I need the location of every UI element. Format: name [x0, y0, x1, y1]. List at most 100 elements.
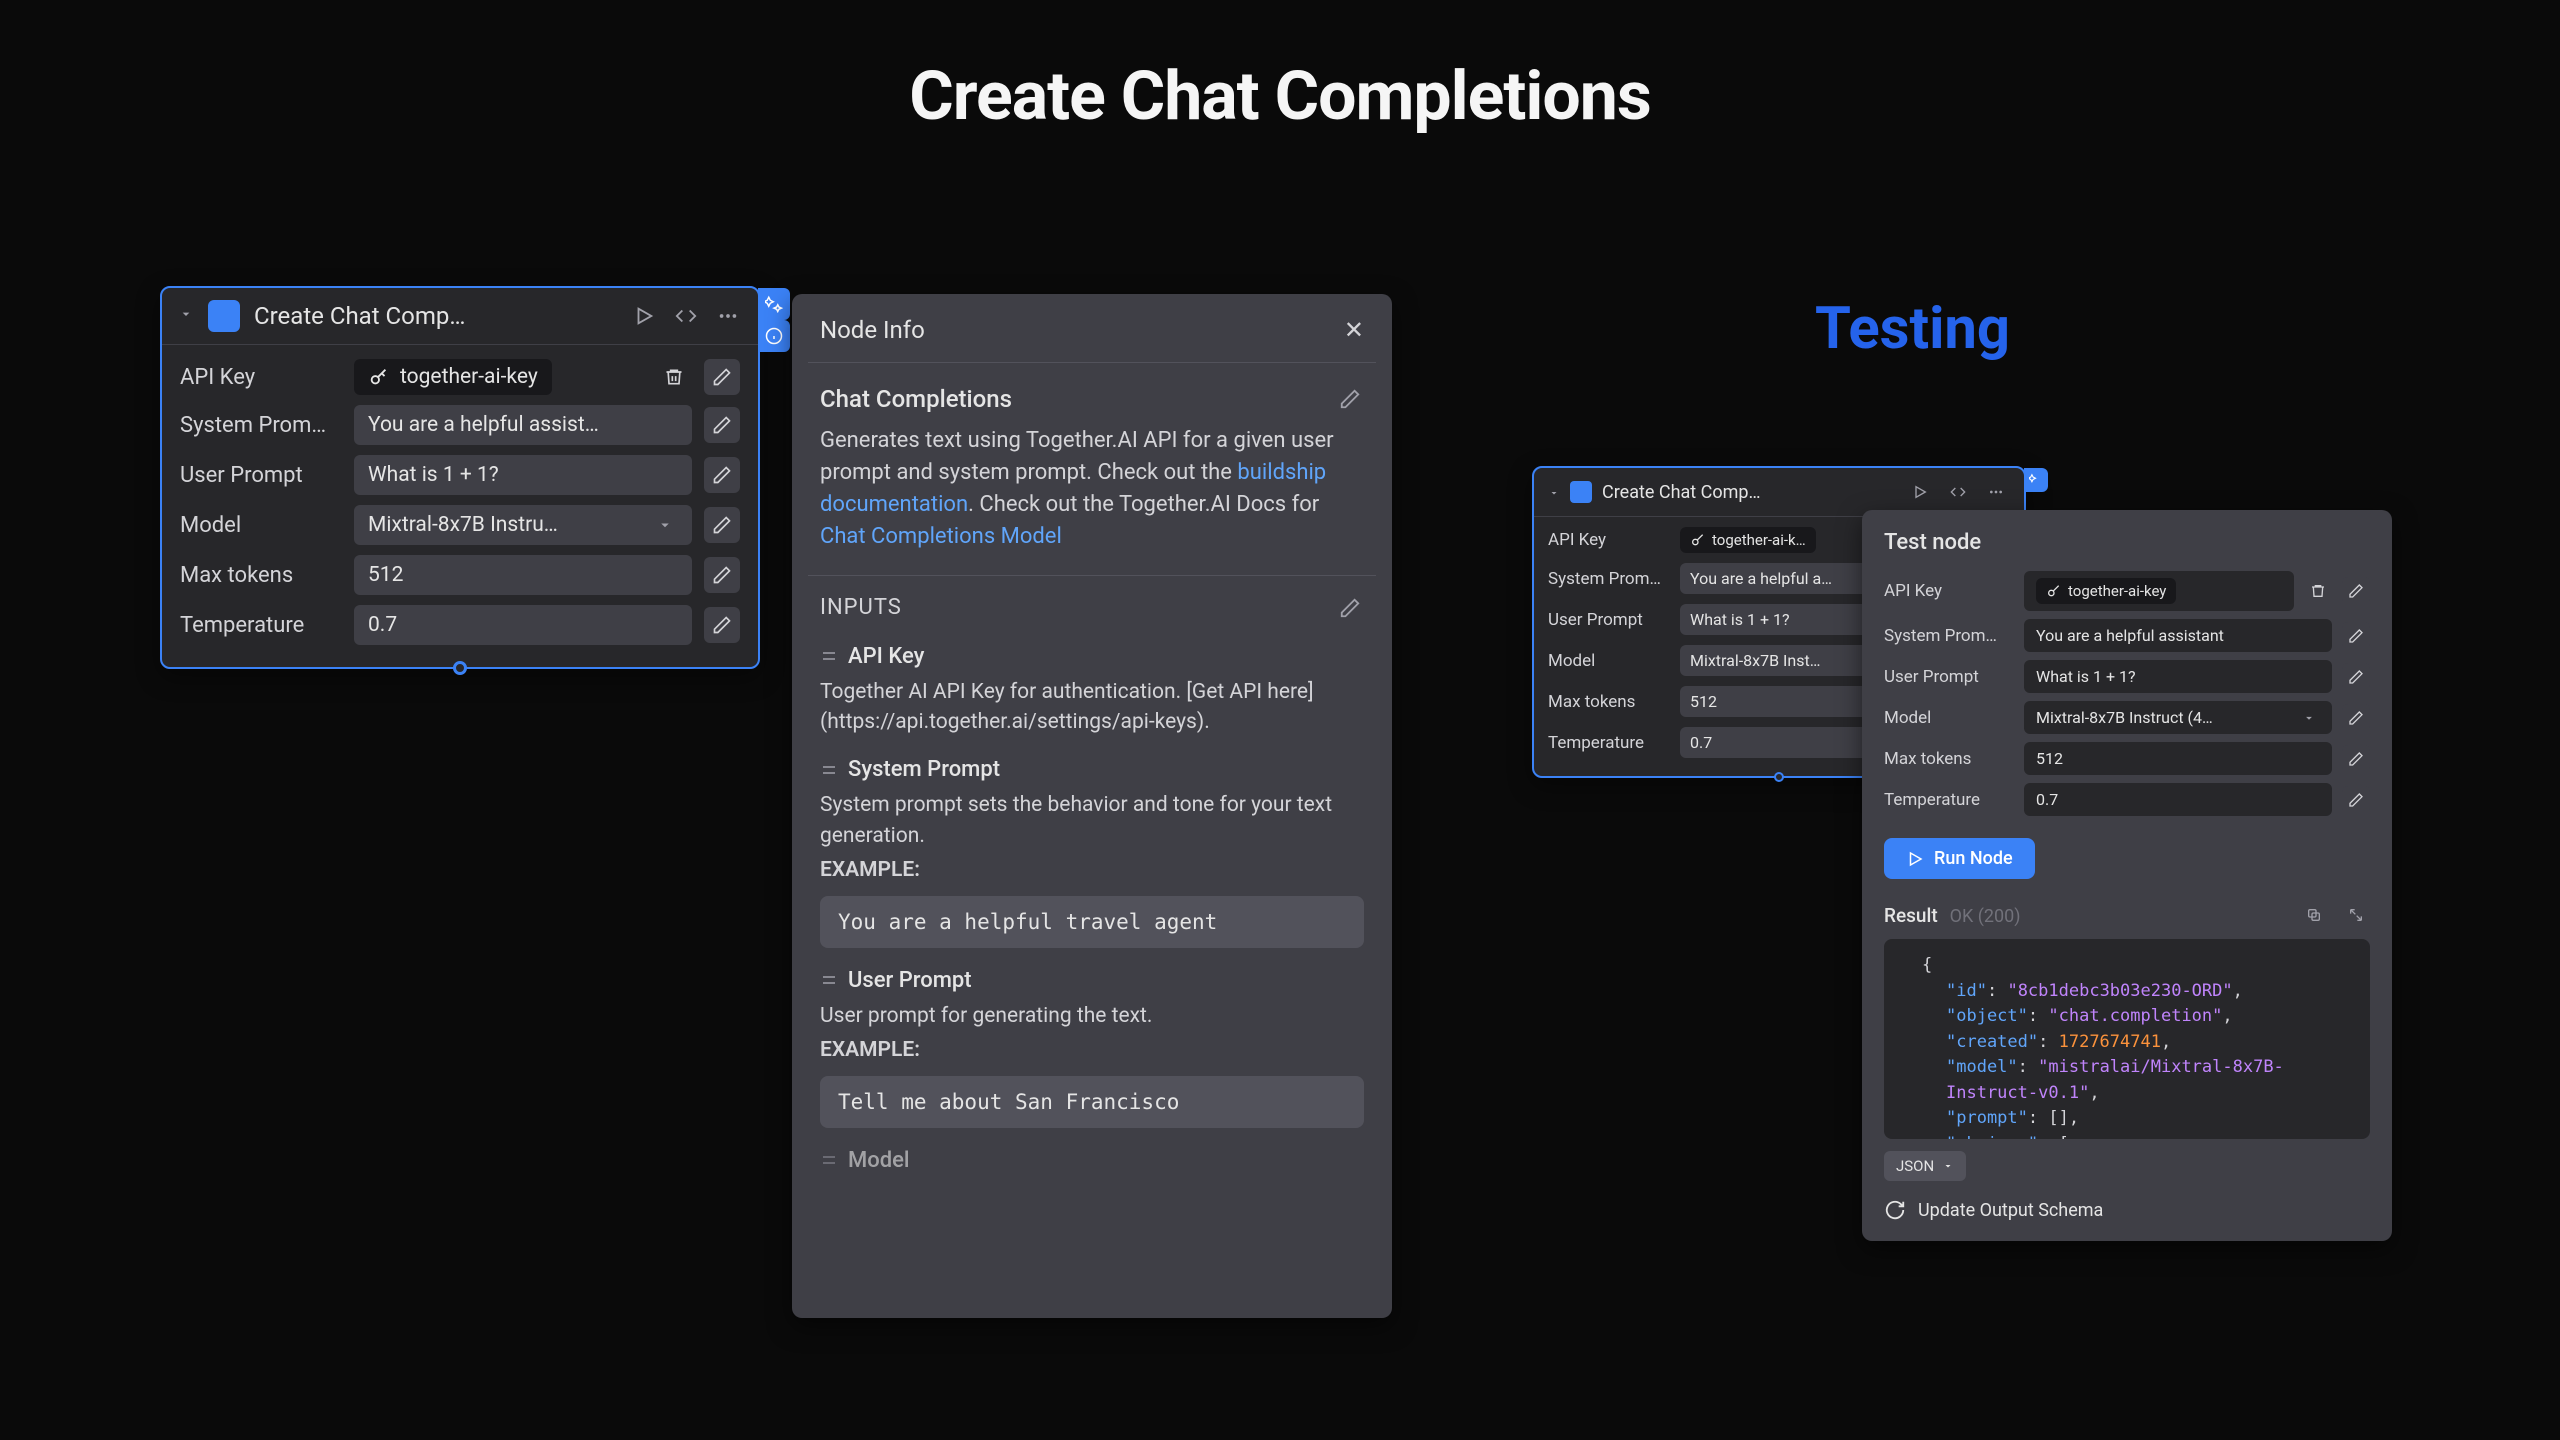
page-heading: Create Chat Completions [0, 56, 2560, 136]
system-prompt-value[interactable]: You are a helpful assist… [354, 405, 692, 445]
system-prompt-value[interactable]: You are a helpful assistant [2024, 619, 2332, 652]
model-value: Mixtral-8x7B Instru… [368, 513, 558, 537]
info-subhead: Chat Completions [820, 385, 1012, 413]
example-code: Tell me about San Francisco [820, 1076, 1364, 1128]
input-name: User Prompt [848, 968, 972, 993]
update-schema-button[interactable]: Update Output Schema [1884, 1199, 2370, 1221]
user-prompt-value[interactable]: What is 1 + 1? [354, 455, 692, 495]
input-block-model: Model [792, 1134, 1392, 1187]
edit-button[interactable] [2342, 786, 2370, 814]
test-panel-title: Test node [1884, 530, 2370, 555]
magic-tab[interactable] [758, 288, 790, 320]
edit-button[interactable] [2342, 745, 2370, 773]
magic-tab[interactable] [2024, 468, 2048, 492]
max-tokens-value[interactable]: 512 [354, 555, 692, 595]
inputs-section-title: INPUTS [820, 595, 902, 620]
api-key-label: API Key [1884, 581, 2014, 601]
format-selector[interactable]: JSON [1884, 1151, 1966, 1181]
run-node-button[interactable]: Run Node [1884, 838, 2035, 879]
info-tab[interactable] [758, 320, 790, 352]
input-block-user-prompt: User Prompt User prompt for generating t… [792, 954, 1392, 1134]
example-label: EXAMPLE: [820, 855, 1364, 885]
close-button[interactable]: ✕ [1344, 316, 1364, 344]
edit-max-tokens-button[interactable] [704, 557, 740, 593]
edit-api-key-button[interactable] [704, 359, 740, 395]
edit-temperature-button[interactable] [704, 607, 740, 643]
chevron-down-icon [656, 516, 678, 534]
chevron-down-icon [2302, 711, 2320, 725]
edit-button[interactable] [2342, 622, 2370, 650]
node-card: Create Chat Comp… API Key together-ai-ke… [160, 286, 760, 669]
more-icon[interactable] [1982, 478, 2010, 506]
temperature-label: Temperature [1884, 790, 2014, 810]
collapse-icon[interactable] [178, 306, 194, 326]
node-title: Create Chat Comp… [254, 302, 616, 330]
edit-button[interactable] [2342, 663, 2370, 691]
info-description: Generates text using Together.AI API for… [820, 425, 1364, 553]
user-prompt-value[interactable]: What is 1 + 1? [2024, 660, 2332, 693]
node-output-dot[interactable] [1774, 772, 1784, 782]
api-key-value[interactable]: together-ai-key [2024, 571, 2294, 611]
temperature-label: Temperature [180, 613, 342, 638]
delete-api-key-button[interactable] [656, 359, 692, 395]
play-icon[interactable] [1906, 478, 1934, 506]
expand-icon[interactable] [2342, 901, 2370, 929]
collapse-icon[interactable] [1548, 480, 1560, 505]
api-key-name: together-ai-key [400, 365, 538, 389]
edit-model-button[interactable] [704, 507, 740, 543]
user-prompt-label: User Prompt [180, 463, 342, 488]
edit-info-button[interactable] [1336, 385, 1364, 413]
edit-button[interactable] [2342, 577, 2370, 605]
edit-button[interactable] [2342, 704, 2370, 732]
temperature-value[interactable]: 0.7 [2024, 783, 2332, 816]
node-logo [1570, 481, 1592, 503]
model-label: Model [180, 513, 342, 538]
edit-inputs-button[interactable] [1336, 594, 1364, 622]
example-code: You are a helpful travel agent [820, 896, 1364, 948]
edit-system-prompt-button[interactable] [704, 407, 740, 443]
max-tokens-label: Max tokens [180, 563, 342, 588]
chat-completions-link[interactable]: Chat Completions Model [820, 524, 1062, 549]
play-icon[interactable] [630, 302, 658, 330]
api-key-label: API Key [1548, 530, 1668, 550]
system-prompt-label: System Prom… [1884, 626, 2014, 646]
node-title: Create Chat Comp… [1602, 482, 1896, 503]
input-desc: User prompt for generating the text. [820, 1001, 1364, 1031]
node-info-panel: Node Info ✕ Chat Completions Generates t… [792, 294, 1392, 1318]
more-icon[interactable] [714, 302, 742, 330]
code-icon[interactable] [672, 302, 700, 330]
testing-label: Testing [1815, 295, 2010, 363]
side-tabs [2024, 468, 2048, 492]
max-tokens-label: Max tokens [1548, 692, 1668, 712]
input-name: API Key [848, 644, 924, 669]
api-key-label: API Key [180, 365, 342, 390]
input-desc: System prompt sets the behavior and tone… [820, 790, 1364, 851]
node-output-dot[interactable] [453, 661, 467, 675]
model-select[interactable]: Mixtral-8x7B Instruct (4… [2024, 701, 2332, 734]
user-prompt-label: User Prompt [1548, 610, 1668, 630]
api-key-value[interactable]: together-ai-key [354, 359, 644, 395]
edit-user-prompt-button[interactable] [704, 457, 740, 493]
model-label: Model [1884, 708, 2014, 728]
delete-button[interactable] [2304, 577, 2332, 605]
result-status: OK (200) [1950, 906, 2021, 927]
info-panel-title: Node Info [820, 316, 925, 344]
input-block-system-prompt: System Prompt System prompt sets the beh… [792, 743, 1392, 953]
input-desc: Together AI API Key for authentication. … [820, 677, 1364, 738]
model-select[interactable]: Mixtral-8x7B Instru… [354, 505, 692, 545]
temperature-value[interactable]: 0.7 [354, 605, 692, 645]
temperature-label: Temperature [1548, 733, 1668, 753]
node-logo [208, 300, 240, 332]
max-tokens-value[interactable]: 512 [2024, 742, 2332, 775]
input-name: Model [848, 1148, 910, 1173]
input-name: System Prompt [848, 757, 1000, 782]
result-output: { "id": "8cb1debc3b03e230-ORD", "object"… [1884, 939, 2370, 1139]
side-tabs [758, 288, 790, 352]
model-label: Model [1548, 651, 1668, 671]
node-header: Create Chat Comp… [162, 288, 758, 345]
user-prompt-label: User Prompt [1884, 667, 2014, 687]
copy-icon[interactable] [2300, 901, 2328, 929]
example-label: EXAMPLE: [820, 1035, 1364, 1065]
code-icon[interactable] [1944, 478, 1972, 506]
node-body: API Key together-ai-key System Prom… You… [162, 345, 758, 667]
